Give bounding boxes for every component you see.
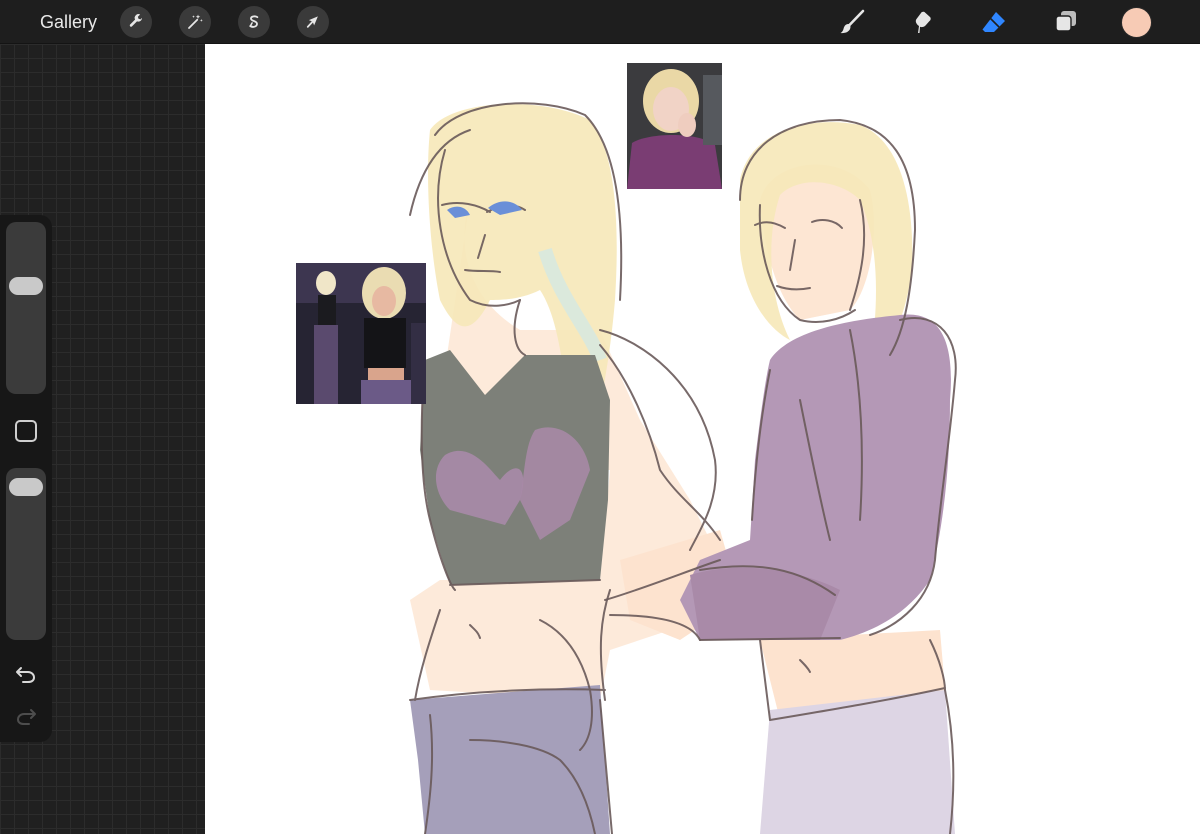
brush-icon [840, 9, 865, 34]
undo-button[interactable] [12, 663, 40, 687]
eraser-tool-button[interactable] [979, 7, 1009, 37]
modify-button[interactable] [15, 420, 37, 442]
drawing-canvas[interactable] [205, 44, 1200, 834]
selection-s-icon [249, 15, 259, 28]
redo-button[interactable] [12, 705, 40, 729]
layers-button[interactable] [1051, 7, 1081, 37]
brush-tool-button[interactable] [837, 7, 867, 37]
opacity-slider-thumb[interactable] [9, 478, 43, 497]
selection-button[interactable] [238, 6, 270, 38]
brush-size-slider-thumb[interactable] [9, 276, 43, 295]
actions-wrench-button[interactable] [120, 6, 152, 38]
brush-size-slider[interactable] [6, 222, 46, 394]
transform-button[interactable] [297, 6, 329, 38]
adjustments-button[interactable] [179, 6, 211, 38]
gallery-button[interactable]: Gallery [40, 11, 97, 33]
left-sidebar [0, 215, 52, 742]
reference-photo-group[interactable] [296, 263, 426, 404]
undo-icon [16, 667, 36, 683]
smudge-icon [915, 11, 931, 33]
reference-photo-selfie-image [627, 63, 722, 189]
layers-icon [1055, 11, 1076, 32]
magic-wand-icon [188, 14, 203, 29]
wrench-icon [129, 14, 142, 27]
redo-icon [16, 709, 36, 725]
procreate-app: Gallery [0, 0, 1200, 834]
left-figure [409, 102, 740, 834]
reference-photo-selfie[interactable] [627, 63, 722, 189]
eraser-icon [982, 12, 1005, 32]
transform-arrow-icon [306, 16, 318, 28]
color-picker-swatch[interactable] [1122, 8, 1151, 37]
reference-photo-group-image [296, 263, 426, 404]
right-figure [680, 118, 957, 834]
opacity-slider[interactable] [6, 468, 46, 640]
top-toolbar: Gallery [0, 0, 1200, 44]
smudge-tool-button[interactable] [907, 7, 937, 37]
